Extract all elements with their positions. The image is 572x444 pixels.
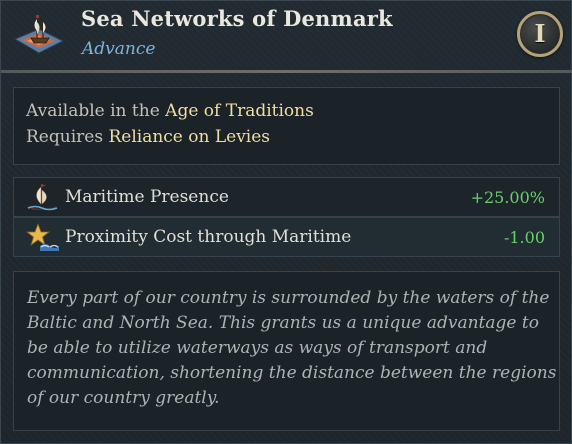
age-badge: I — [517, 11, 563, 57]
star-wave-icon — [25, 222, 60, 254]
sailing-ship-icon — [26, 182, 60, 214]
modifier-value: -1.00 — [503, 228, 545, 247]
availability-prefix: Available in the — [26, 101, 160, 121]
modifier-value: +25.00% — [470, 188, 545, 207]
advance-type: Advance — [82, 39, 156, 59]
age-numeral: I — [534, 19, 546, 48]
modifier-label: Proximity Cost through Maritime — [65, 227, 352, 247]
advance-title: Sea Networks of Denmark — [81, 6, 393, 31]
requirements-box: Available in the Age of Traditions Requi… — [13, 87, 560, 165]
age-link[interactable]: Age of Traditions — [165, 101, 314, 121]
header-divider — [1, 70, 572, 73]
flavor-text: Every part of our country is surrounded … — [27, 288, 557, 408]
prerequisite-line: Requires Reliance on Levies — [26, 127, 270, 147]
modifier-row: Maritime Presence +25.00% — [13, 177, 560, 217]
modifier-row: Proximity Cost through Maritime -1.00 — [13, 217, 560, 257]
prerequisite-prefix: Requires — [26, 127, 104, 147]
tooltip-header: Sea Networks of Denmark Advance I — [1, 1, 572, 71]
ship-on-map-icon — [11, 9, 67, 57]
description-box: Every part of our country is surrounded … — [13, 271, 560, 431]
modifier-label: Maritime Presence — [65, 187, 229, 207]
availability-line: Available in the Age of Traditions — [26, 101, 314, 121]
advance-tooltip: Sea Networks of Denmark Advance I Availa… — [0, 0, 572, 444]
modifiers-list: Maritime Presence +25.00% Proximity Cost… — [13, 177, 560, 259]
prerequisite-link[interactable]: Reliance on Levies — [108, 127, 270, 147]
